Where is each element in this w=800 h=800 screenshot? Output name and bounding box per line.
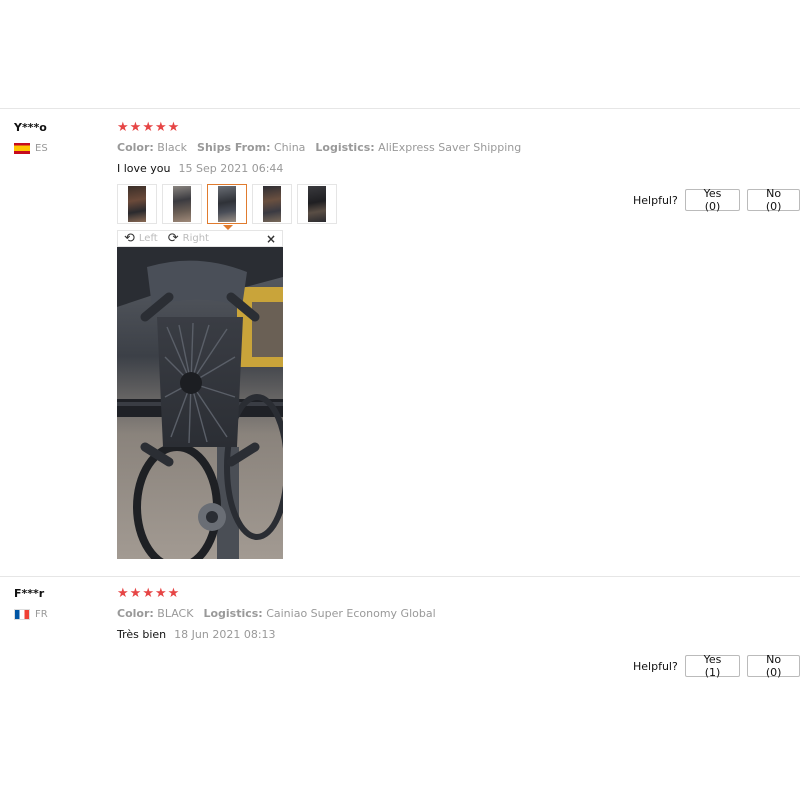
- star-icon: ★: [129, 586, 142, 601]
- rotate-left-button[interactable]: ⟲ Left: [124, 232, 158, 245]
- rotate-left-icon: ⟲: [124, 231, 135, 246]
- star-icon: ★: [154, 586, 167, 601]
- attribute-color: Color: Black: [117, 141, 188, 154]
- review-date: 15 Sep 2021 06:44: [178, 162, 284, 175]
- helpful-label: Helpful?: [633, 659, 678, 673]
- attribute-color: Color: BLACK: [117, 607, 194, 620]
- star-icon: ★: [167, 586, 180, 601]
- review-text: I love you: [117, 162, 171, 175]
- reviewer-country: ES: [14, 143, 48, 154]
- rotate-right-label: Right: [182, 233, 209, 244]
- reviewer-country: FR: [14, 609, 48, 620]
- order-attributes: Color: BLACK Logistics: Cainiao Super Ec…: [117, 607, 436, 620]
- star-icon: ★: [167, 120, 180, 135]
- top-divider: [0, 108, 800, 109]
- helpful-no-button[interactable]: No (0): [747, 653, 800, 679]
- photo-thumbnails: [117, 184, 337, 224]
- photo-thumbnail[interactable]: [297, 184, 337, 224]
- france-flag-icon: [14, 609, 30, 620]
- helpful-controls: Helpful? Yes (0) No (0): [633, 187, 800, 213]
- reviewer-name: F***r: [14, 587, 45, 600]
- rotate-right-icon: ⟳: [167, 231, 179, 246]
- helpful-yes-button[interactable]: Yes (1): [684, 653, 741, 679]
- star-icon: ★: [117, 120, 129, 135]
- star-icon: ★: [129, 120, 142, 135]
- review-photo: [117, 247, 283, 559]
- star-icon: ★: [142, 120, 154, 135]
- attribute-logistics: Logistics: Cainiao Super Economy Global: [203, 607, 436, 620]
- attribute-logistics: Logistics: AliExpress Saver Shipping: [315, 141, 522, 154]
- helpful-no-button[interactable]: No (0): [747, 187, 800, 213]
- helpful-controls: Helpful? Yes (1) No (0): [633, 653, 800, 679]
- review-content: Très bien 18 Jun 2021 08:13: [117, 628, 276, 641]
- photo-thumbnail[interactable]: [117, 184, 157, 224]
- review-content: I love you 15 Sep 2021 06:44: [117, 162, 283, 175]
- review-date: 18 Jun 2021 08:13: [174, 628, 276, 641]
- bike-phone-mount-photo: [117, 247, 283, 559]
- photo-thumbnail[interactable]: [252, 184, 292, 224]
- order-attributes: Color: Black Ships From: China Logistics…: [117, 141, 521, 154]
- photo-viewer: ⟲ Left ⟳ Right ×: [117, 230, 283, 559]
- star-icon: ★: [117, 586, 129, 601]
- helpful-yes-button[interactable]: Yes (0): [684, 187, 741, 213]
- photo-thumbnail[interactable]: [162, 184, 202, 224]
- star-icon: ★: [142, 586, 154, 601]
- review-divider: [0, 576, 800, 577]
- country-code: ES: [35, 143, 48, 154]
- attribute-ships-from: Ships From: China: [197, 141, 306, 154]
- rotate-right-button[interactable]: ⟳ Right: [168, 232, 209, 245]
- country-code: FR: [35, 609, 48, 620]
- spain-flag-icon: [14, 143, 30, 154]
- reviewer-name: Y***o: [14, 121, 47, 134]
- close-icon[interactable]: ×: [266, 232, 276, 246]
- star-icon: ★: [154, 120, 167, 135]
- star-rating: ★ ★ ★ ★ ★: [117, 120, 179, 135]
- photo-thumbnail-active[interactable]: [207, 184, 247, 224]
- helpful-label: Helpful?: [633, 193, 678, 207]
- star-rating: ★ ★ ★ ★ ★: [117, 586, 179, 601]
- rotate-left-label: Left: [138, 233, 158, 244]
- photo-viewer-toolbar: ⟲ Left ⟳ Right ×: [117, 230, 283, 247]
- review-text: Très bien: [117, 628, 167, 641]
